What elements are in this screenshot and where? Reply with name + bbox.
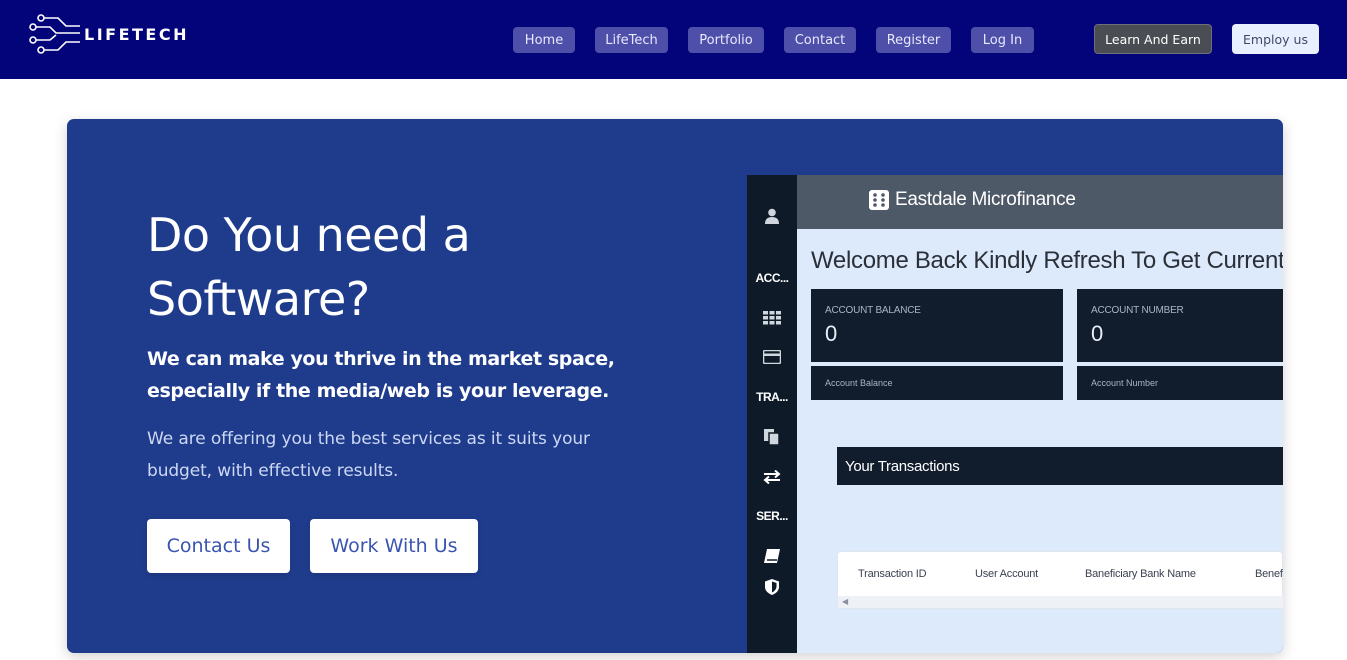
nav-lifetech[interactable]: LifeTech [595,27,668,53]
circuit-logo-icon [29,14,80,54]
logo[interactable]: LIFETECH [28,13,189,55]
transfer-icon [747,470,797,484]
table-scrollbar: ◀ [838,596,1283,608]
transactions-header: Your Transactions [837,447,1283,485]
hero-title: Do You need a Software? [147,208,471,326]
account-number-value: 0 [1091,321,1104,346]
table-header-transaction-id: Transaction ID [858,568,927,580]
preview-sidebar: ACC... TRA... SER... [747,175,797,653]
learn-and-earn-button[interactable]: Learn And Earn [1094,24,1212,54]
employ-us-button[interactable]: Employ us [1232,24,1319,54]
hero-description: We are offering you the best services as… [147,429,590,481]
nav-home[interactable]: Home [513,27,575,53]
account-balance-footer: Account Balance [811,366,1063,400]
book-icon [747,549,797,563]
hero-subtitle: We can make you thrive in the market spa… [147,348,615,402]
nav-login[interactable]: Log In [971,27,1034,53]
brand-name: LIFETECH [84,24,189,44]
account-number-footer-label: Account Number [1091,378,1159,388]
hero-section: Do You need a Software? We can make you … [67,119,1283,653]
sidebar-item-services: SER... [756,509,788,523]
table-header-beneficiary-bank: Baneficiary Bank Name [1085,568,1196,580]
dice-icon [869,190,889,210]
account-number-card: ACCOUNT NUMBER 0 [1077,289,1283,362]
account-number-label: ACCOUNT NUMBER [1091,305,1184,316]
preview-brand: Eastdale Microfinance [869,189,1076,211]
dashboard-preview: ACC... TRA... SER... Eastdale Microfinan… [747,175,1283,653]
account-balance-label: ACCOUNT BALANCE [825,305,921,316]
user-icon [747,208,797,224]
sidebar-item-transactions: TRA... [756,390,788,404]
preview-brand-name: Eastdale Microfinance [895,189,1076,210]
sidebar-item-accounts: ACC... [755,271,790,285]
preview-welcome-text: Welcome Back Kindly Refresh To Get Curre… [811,247,1283,274]
work-with-us-button[interactable]: Work With Us [310,519,478,573]
grid-icon [747,311,797,325]
copy-icon [747,429,797,445]
table-header-user-account: User Account [975,568,1039,580]
nav-contact[interactable]: Contact [784,27,856,53]
preview-topbar: Eastdale Microfinance [797,175,1283,229]
account-number-footer: Account Number [1077,366,1283,400]
transactions-table: Transaction ID User Account Baneficiary … [837,551,1283,609]
account-balance-footer-label: Account Balance [825,378,893,388]
contact-us-button[interactable]: Contact Us [147,519,290,573]
account-balance-card: ACCOUNT BALANCE 0 [811,289,1063,362]
account-balance-value: 0 [825,321,838,346]
nav-portfolio[interactable]: Portfolio [688,27,764,53]
credit-card-icon [747,350,797,364]
nav-register[interactable]: Register [876,27,951,53]
table-header-beneficiary: Benefi [1255,568,1283,580]
navbar: LIFETECH Home LifeTech Portfolio Contact… [0,0,1347,79]
shield-icon [747,579,797,595]
scroll-left-icon: ◀ [842,597,849,606]
